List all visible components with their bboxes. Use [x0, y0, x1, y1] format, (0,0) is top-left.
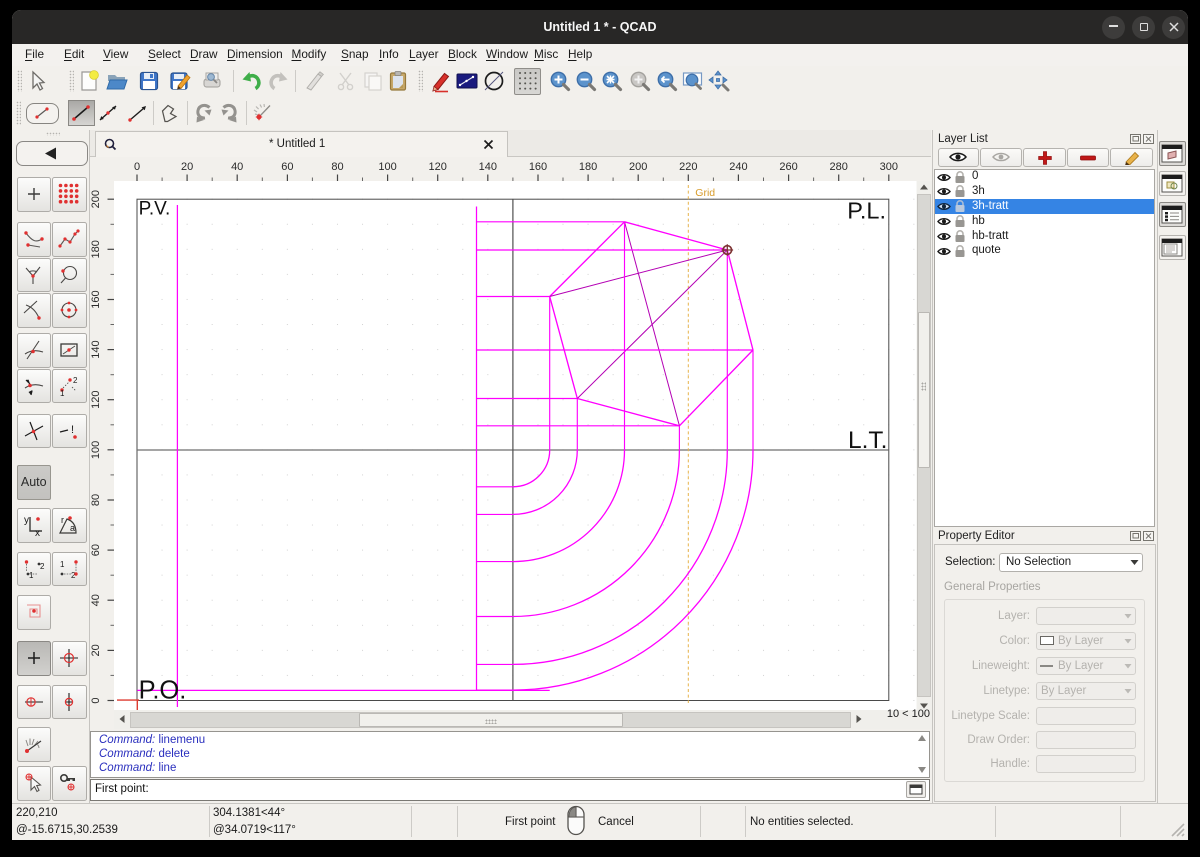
svg-text:0: 0	[134, 161, 140, 173]
svg-text:100: 100	[90, 441, 102, 459]
svg-text:P.V.: P.V.	[139, 199, 171, 220]
svg-text:20: 20	[181, 161, 193, 173]
svg-text:0: 0	[90, 697, 102, 703]
svg-text:P.O.: P.O.	[139, 677, 187, 705]
svg-text:280: 280	[830, 161, 848, 173]
svg-text:240: 240	[729, 161, 747, 173]
svg-text:80: 80	[331, 161, 343, 173]
svg-text:20: 20	[90, 644, 102, 656]
svg-text:40: 40	[90, 594, 102, 606]
svg-text:180: 180	[579, 161, 597, 173]
svg-text:120: 120	[429, 161, 447, 173]
svg-text:40: 40	[231, 161, 243, 173]
svg-text:Grid: Grid	[695, 187, 715, 199]
svg-text:160: 160	[90, 290, 102, 308]
svg-text:P.L.: P.L.	[847, 198, 886, 224]
svg-text:60: 60	[90, 544, 102, 556]
svg-text:r: r	[61, 515, 64, 525]
svg-text:60: 60	[281, 161, 293, 173]
svg-text:220: 220	[679, 161, 697, 173]
svg-text:180: 180	[90, 240, 102, 258]
svg-text:a: a	[70, 523, 75, 533]
svg-text:140: 140	[90, 340, 102, 358]
svg-text:y: y	[24, 515, 29, 526]
svg-text:1: 1	[29, 571, 34, 580]
svg-text:160: 160	[529, 161, 547, 173]
svg-text:1: 1	[60, 560, 65, 569]
svg-text:2: 2	[73, 376, 78, 385]
svg-text:200: 200	[629, 161, 647, 173]
svg-text:80: 80	[90, 494, 102, 506]
svg-text:100: 100	[378, 161, 396, 173]
svg-text:x: x	[35, 528, 40, 537]
svg-text:120: 120	[90, 391, 102, 409]
svg-text:140: 140	[479, 161, 497, 173]
svg-text:2: 2	[40, 562, 45, 571]
svg-text:1: 1	[60, 389, 65, 398]
svg-text:L.T.: L.T.	[848, 427, 888, 454]
svg-text:300: 300	[880, 161, 898, 173]
svg-text:200: 200	[90, 190, 102, 208]
svg-text:260: 260	[779, 161, 797, 173]
svg-text:!: !	[71, 424, 74, 436]
